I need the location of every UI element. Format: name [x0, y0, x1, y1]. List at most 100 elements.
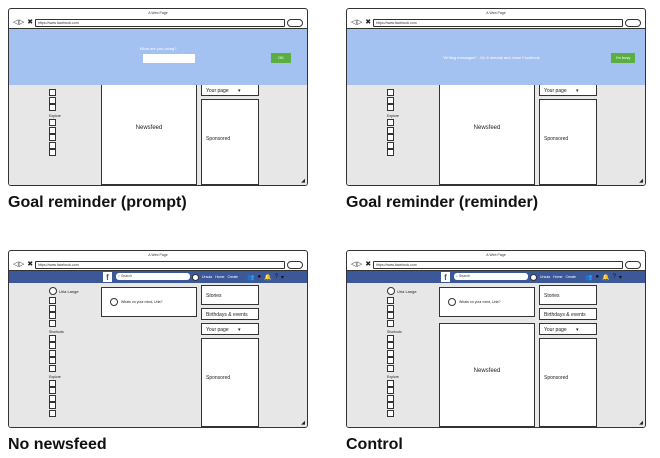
explore-box[interactable]	[49, 141, 56, 149]
explore-box[interactable]	[49, 379, 56, 387]
birthdays-button[interactable]: Birthdays & events	[539, 308, 597, 320]
explore-box[interactable]	[49, 402, 56, 409]
caret-icon[interactable]: ▾	[619, 274, 622, 281]
shortcut-box[interactable]	[49, 364, 56, 372]
sponsored-panel: Sponsored	[201, 338, 259, 427]
shortcut-box[interactable]	[49, 104, 56, 111]
post-composer[interactable]: Whats on your mind, Urla?	[101, 287, 197, 317]
menu-icon[interactable]	[625, 19, 641, 27]
sidebar-box[interactable]	[387, 297, 394, 304]
facebook-logo[interactable]: f	[103, 272, 112, 282]
resize-icon[interactable]: ◢	[301, 178, 305, 184]
shortcut-box[interactable]	[387, 364, 394, 372]
shortcut-box[interactable]	[387, 89, 394, 96]
menu-icon[interactable]	[287, 19, 303, 27]
im-busy-button[interactable]: I'm busy	[611, 53, 635, 63]
your-page-button[interactable]: Your page ▾	[539, 84, 597, 96]
shortcut-box[interactable]	[49, 342, 56, 349]
shortcut-box[interactable]	[387, 96, 394, 104]
explore-box[interactable]	[387, 141, 394, 149]
post-composer[interactable]: Whats on your mind, Urla?	[439, 287, 535, 317]
shortcut-box[interactable]	[49, 89, 56, 96]
nav-user-link[interactable]: Ursula	[540, 275, 550, 279]
your-page-button[interactable]: Your page ▾	[201, 323, 259, 335]
explore-box[interactable]	[387, 394, 394, 402]
nav-create-link[interactable]: Create	[227, 275, 238, 279]
explore-box[interactable]	[387, 126, 394, 134]
nav-user-link[interactable]: Ursula	[202, 275, 212, 279]
url-bar[interactable]: https://www.facebook.com	[35, 261, 285, 269]
nav-home-link[interactable]: Home	[553, 275, 562, 279]
explore-box[interactable]	[49, 394, 56, 402]
goal-input[interactable]	[143, 54, 195, 63]
explore-box[interactable]	[49, 126, 56, 134]
avatar	[448, 298, 456, 306]
friends-icon[interactable]: 👥	[247, 274, 254, 281]
ok-button[interactable]: OK	[271, 53, 291, 63]
url-bar[interactable]: https://www.facebook.com	[35, 19, 285, 27]
nav-home-link[interactable]: Home	[215, 275, 224, 279]
url-bar[interactable]: https://www.facebook.com	[373, 19, 623, 27]
shortcut-box[interactable]	[49, 334, 56, 342]
explore-box[interactable]	[387, 149, 394, 156]
messenger-icon[interactable]: ●	[257, 274, 261, 280]
shortcut-box[interactable]	[387, 334, 394, 342]
explore-box[interactable]	[387, 409, 394, 417]
shortcut-box[interactable]	[387, 342, 394, 349]
shortcut-box[interactable]	[387, 104, 394, 111]
resize-icon[interactable]: ◢	[301, 420, 305, 426]
avatar[interactable]	[192, 273, 199, 281]
user-name: Urla Lange	[397, 288, 417, 294]
browser-navbar: ◁▷ ✖ ⌂ https://www.facebook.com	[9, 18, 307, 27]
url-bar[interactable]: https://www.facebook.com	[373, 261, 623, 269]
shortcut-box[interactable]	[387, 357, 394, 364]
nav-create-link[interactable]: Create	[565, 275, 576, 279]
explore-box[interactable]	[387, 119, 394, 126]
explore-box[interactable]	[387, 402, 394, 409]
shortcut-box[interactable]	[49, 96, 56, 104]
user-profile-link[interactable]: Urla Lange	[387, 287, 439, 295]
caret-icon[interactable]: ▾	[281, 274, 284, 281]
menu-icon[interactable]	[625, 261, 641, 269]
sidebar-box[interactable]	[387, 304, 394, 312]
explore-label: Explore	[387, 374, 399, 379]
sidebar-box[interactable]	[49, 319, 56, 327]
explore-box[interactable]	[49, 134, 56, 141]
shortcut-box[interactable]	[49, 349, 56, 357]
resize-icon[interactable]: ◢	[639, 420, 643, 426]
stories-button[interactable]: Stories	[201, 285, 259, 305]
sidebar-box[interactable]	[49, 312, 56, 319]
sidebar-box[interactable]	[387, 312, 394, 319]
user-profile-link[interactable]: Urla Lange	[49, 287, 101, 295]
explore-list	[387, 379, 439, 417]
your-page-button[interactable]: Your page ▾	[201, 84, 259, 96]
explore-box[interactable]	[49, 387, 56, 394]
explore-box[interactable]	[387, 387, 394, 394]
help-icon[interactable]: ?	[275, 274, 278, 280]
your-page-button[interactable]: Your page ▾	[539, 323, 597, 335]
shortcut-box[interactable]	[49, 357, 56, 364]
search-input[interactable]: ⌕ Search	[116, 273, 190, 280]
friends-icon[interactable]: 👥	[585, 274, 592, 281]
explore-box[interactable]	[49, 149, 56, 156]
shortcut-box[interactable]	[387, 349, 394, 357]
menu-icon[interactable]	[287, 261, 303, 269]
help-icon[interactable]: ?	[613, 274, 616, 280]
facebook-logo[interactable]: f	[441, 272, 450, 282]
messenger-icon[interactable]: ●	[595, 274, 599, 280]
search-input[interactable]: ⌕ Search	[454, 273, 528, 280]
avatar[interactable]	[530, 273, 537, 281]
sidebar-box[interactable]	[49, 297, 56, 304]
bell-icon[interactable]: 🔔	[264, 274, 271, 281]
sidebar-box[interactable]	[387, 319, 394, 327]
explore-box[interactable]	[49, 119, 56, 126]
birthdays-button[interactable]: Birthdays & events	[201, 308, 259, 320]
explore-box[interactable]	[387, 379, 394, 387]
resize-icon[interactable]: ◢	[639, 178, 643, 184]
stories-button[interactable]: Stories	[539, 285, 597, 305]
sidebar-box[interactable]	[49, 304, 56, 312]
explore-box[interactable]	[49, 409, 56, 417]
explore-box[interactable]	[387, 134, 394, 141]
bell-icon[interactable]: 🔔	[602, 274, 609, 281]
shortcuts-label: Shortcuts	[49, 329, 64, 334]
